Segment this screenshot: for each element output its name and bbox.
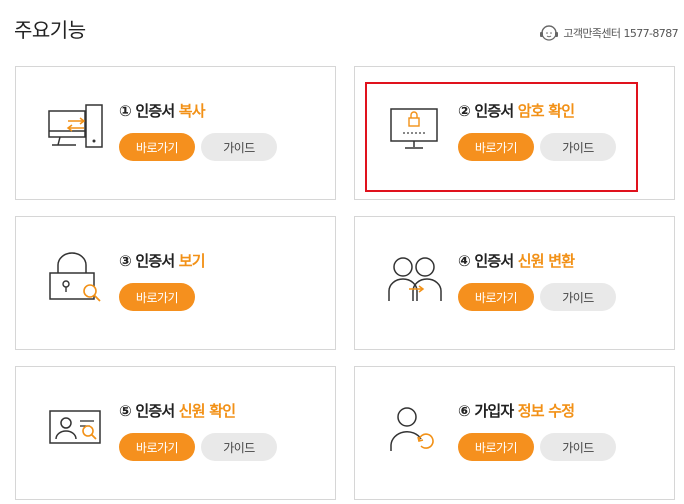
- guide-button[interactable]: 가이드: [540, 283, 616, 311]
- card-title: ⑥ 가입자 정보 수정: [458, 402, 575, 420]
- card-title: ③ 인증서 보기: [119, 252, 206, 270]
- go-button[interactable]: 바로가기: [458, 433, 534, 461]
- card-certificate-identity-check: ⑤ 인증서 신원 확인 바로가기 가이드: [15, 366, 336, 500]
- users-transfer-icon: [388, 257, 442, 301]
- go-button[interactable]: 바로가기: [119, 133, 195, 161]
- guide-button[interactable]: 가이드: [540, 433, 616, 461]
- card-subscriber-info-edit: ⑥ 가입자 정보 수정 바로가기 가이드: [354, 366, 675, 500]
- card-certificate-view: ③ 인증서 보기 바로가기: [15, 216, 336, 350]
- id-card-search-icon: [49, 410, 101, 444]
- page-title: 주요기능: [14, 18, 86, 42]
- go-button[interactable]: 바로가기: [119, 283, 195, 311]
- customer-support: 고객만족센터 1577-8787: [538, 22, 679, 44]
- support-label: 고객만족센터: [563, 27, 621, 40]
- card-certificate-copy: ① 인증서 복사 바로가기 가이드: [15, 66, 336, 200]
- go-button[interactable]: 바로가기: [458, 283, 534, 311]
- card-certificate-identity-change: ④ 인증서 신원 변환 바로가기 가이드: [354, 216, 675, 350]
- computer-transfer-icon: [48, 104, 103, 148]
- headset-icon: [540, 25, 559, 41]
- guide-button[interactable]: 가이드: [201, 433, 277, 461]
- card-title: ⑤ 인증서 신원 확인: [119, 402, 236, 420]
- guide-button[interactable]: 가이드: [201, 133, 277, 161]
- go-button[interactable]: 바로가기: [119, 433, 195, 461]
- highlight-box: [365, 82, 638, 192]
- card-title: ④ 인증서 신원 변환: [458, 252, 575, 270]
- support-phone: 1577-8787: [623, 26, 678, 40]
- lock-search-icon: [49, 252, 101, 302]
- user-refresh-icon: [390, 407, 434, 451]
- card-title: ① 인증서 복사: [119, 102, 206, 120]
